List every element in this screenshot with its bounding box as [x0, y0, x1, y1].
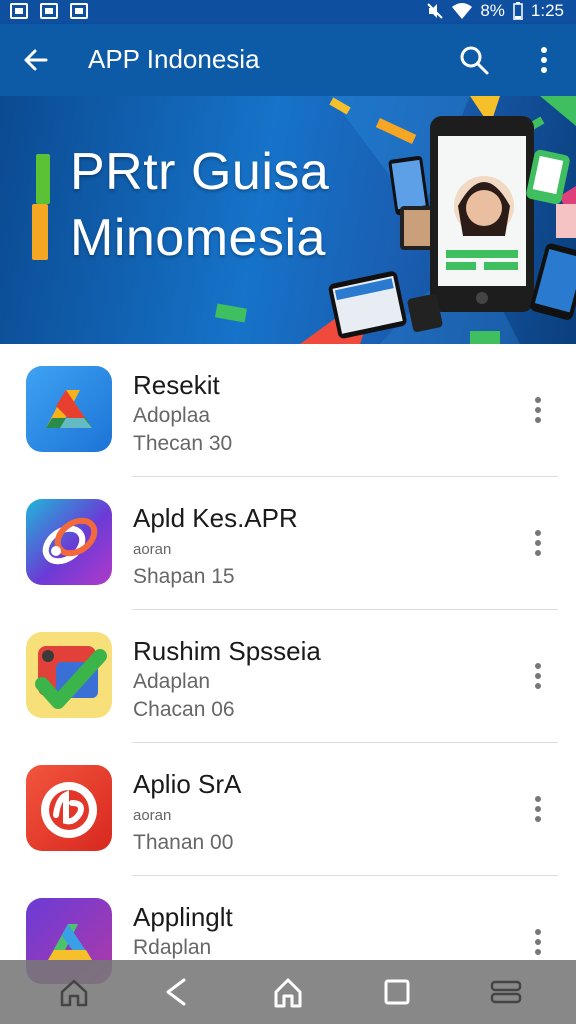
status-bar: 8% 1:25 — [0, 0, 576, 24]
app-icon-photo-check — [26, 632, 112, 718]
mute-icon — [427, 3, 444, 19]
home-outline-icon[interactable] — [54, 974, 94, 1010]
app-subtitle: Adaplan — [133, 670, 211, 693]
list-item[interactable]: Apld Kes.APR aoran Shapan 15 — [0, 477, 576, 610]
item-more-icon[interactable] — [526, 658, 550, 694]
battery-icon — [513, 2, 523, 20]
menu-icon[interactable] — [486, 974, 526, 1010]
app-icon-circle-logo — [26, 765, 112, 851]
item-more-icon[interactable] — [526, 525, 550, 561]
back-arrow-icon[interactable] — [18, 42, 54, 78]
app-name: Apld Kes.APR — [133, 503, 298, 533]
app-meta: Chacan 06 — [133, 698, 235, 721]
navigation-bar — [0, 960, 576, 1024]
app-name: Rushim Spsseia — [133, 636, 321, 666]
gallery-notification-icon — [10, 3, 28, 19]
more-options-icon[interactable] — [532, 42, 556, 78]
clock: 1:25 — [530, 1, 564, 20]
home-icon[interactable] — [268, 974, 308, 1010]
app-name: Aplio SrA — [133, 769, 242, 799]
banner-title-line-2: Minomesia — [70, 209, 326, 267]
item-more-icon[interactable] — [526, 392, 550, 428]
screen-notification-icon — [70, 3, 88, 19]
app-meta: Thecan 30 — [133, 432, 233, 455]
page-title: APP Indonesia — [88, 44, 260, 74]
list-item[interactable]: Rushim Spsseia Adaplan Chacan 06 — [0, 610, 576, 743]
app-bar: APP Indonesia — [0, 24, 576, 96]
list-item[interactable]: Aplio SrA aoran Thanan 00 — [0, 743, 576, 876]
app-icon-chain — [26, 499, 112, 585]
app-subtitle: Adoplaa — [133, 404, 211, 427]
system-indicators: 8% 1:25 — [426, 1, 564, 21]
banner-title-line-1: PRtr Guisa — [70, 143, 330, 201]
promo-banner[interactable]: PRtr Guisa Minomesia — [0, 96, 576, 344]
app-name: Applinglt — [133, 902, 233, 932]
mail-notification-icon — [40, 3, 58, 19]
item-more-icon[interactable] — [526, 791, 550, 827]
app-meta: Thanan 00 — [133, 831, 234, 854]
app-name: Resekit — [133, 370, 220, 400]
back-icon[interactable] — [156, 974, 196, 1010]
battery-percent: 8% — [480, 1, 505, 20]
item-more-icon[interactable] — [526, 924, 550, 960]
search-icon[interactable] — [456, 42, 492, 78]
notification-icons — [10, 3, 88, 19]
app-meta: Shapan 15 — [133, 565, 235, 588]
app-subtitle: Rdaplan — [133, 936, 212, 959]
recent-apps-icon[interactable] — [376, 974, 416, 1010]
list-item[interactable]: Resekit Adoplaa Thecan 30 — [0, 344, 576, 477]
wifi-icon — [452, 3, 473, 19]
app-subtitle: aoran — [133, 541, 172, 558]
app-icon-triangle — [26, 366, 112, 452]
app-subtitle: aoran — [133, 807, 172, 824]
